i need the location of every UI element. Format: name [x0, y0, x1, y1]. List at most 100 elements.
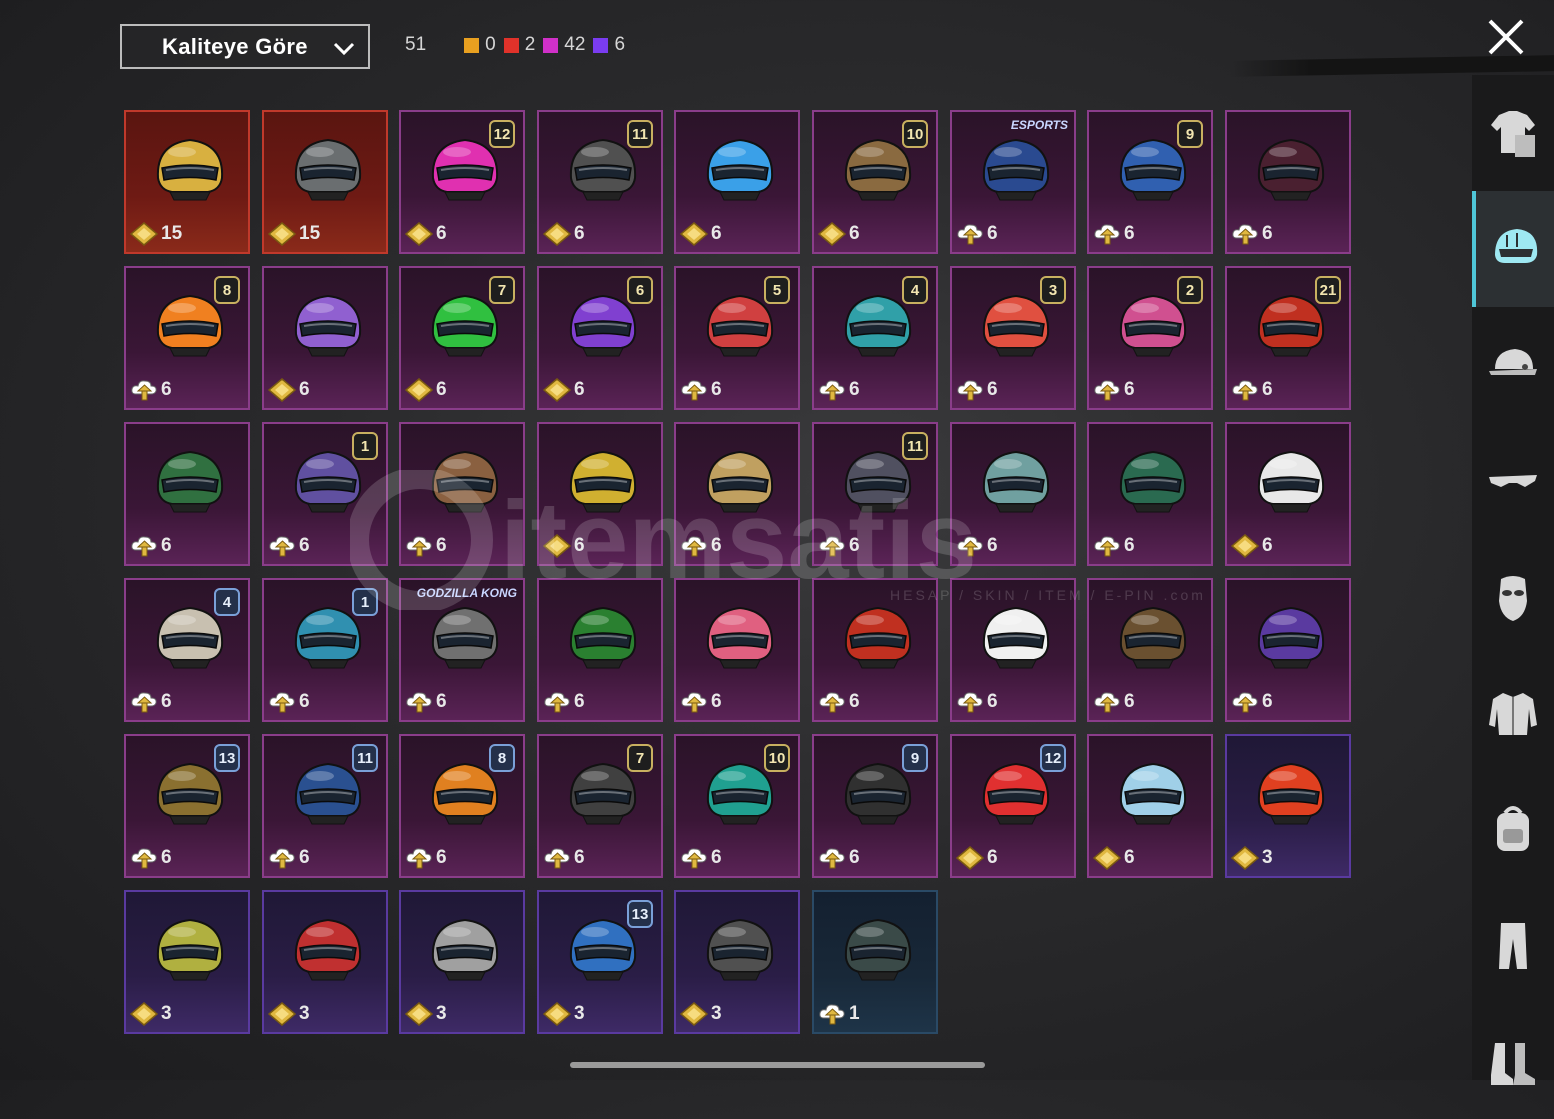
item-value: 6: [268, 690, 310, 714]
sidebar-item-shoes[interactable]: [1472, 1003, 1554, 1119]
item-value: 6: [680, 690, 722, 714]
item-value: 6: [818, 690, 860, 714]
helmet-item[interactable]: 6: [1087, 578, 1213, 722]
sidebar-item-outfit[interactable]: [1472, 75, 1554, 191]
helmet-item[interactable]: 12 6: [399, 110, 525, 254]
helmet-item[interactable]: 6: [262, 266, 388, 410]
helmet-item[interactable]: 13 6: [124, 734, 250, 878]
sidebar-item-jacket[interactable]: [1472, 655, 1554, 771]
item-value: 6: [1231, 534, 1273, 558]
helmet-item[interactable]: GODZILLA KONG 6: [399, 578, 525, 722]
helmet-item[interactable]: 13 3: [537, 890, 663, 1034]
helmet-item[interactable]: 6: [124, 422, 250, 566]
helmet-skin-image: [1119, 606, 1187, 669]
helmet-item[interactable]: 6: [1087, 422, 1213, 566]
helmet-skin-image: [1257, 450, 1325, 513]
level-badge: 10: [764, 744, 790, 772]
helmet-item[interactable]: 6: [674, 110, 800, 254]
sort-dropdown[interactable]: Kaliteye Göre: [120, 24, 370, 69]
helmet-item[interactable]: 1 6: [262, 578, 388, 722]
helmet-item[interactable]: 2 6: [1087, 266, 1213, 410]
sidebar-item-mask[interactable]: [1472, 539, 1554, 655]
item-value: 3: [543, 1002, 585, 1026]
brush-stroke-decoration: [1230, 55, 1554, 77]
item-value: 6: [680, 222, 722, 246]
helmet-item[interactable]: 4 6: [124, 578, 250, 722]
helmet-item[interactable]: 3: [674, 890, 800, 1034]
helmet-item[interactable]: ESPORTS 6: [950, 110, 1076, 254]
helmet-item[interactable]: 9 6: [812, 734, 938, 878]
upgrade-cloud-icon: [131, 380, 157, 401]
helmet-item[interactable]: 10 6: [674, 734, 800, 878]
helmet-item[interactable]: 3: [399, 890, 525, 1034]
helmet-item[interactable]: 12 6: [950, 734, 1076, 878]
item-value-number: 6: [849, 691, 860, 712]
item-value-number: 6: [849, 223, 860, 244]
close-icon[interactable]: [1486, 17, 1526, 57]
item-value: 3: [405, 1002, 447, 1026]
brand-tag: GODZILLA KONG: [416, 586, 517, 600]
helmet-item[interactable]: 8 6: [124, 266, 250, 410]
level-badge: 2: [1177, 276, 1203, 304]
item-value: 6: [268, 378, 310, 402]
upgrade-cloud-icon: [957, 692, 983, 713]
helmet-item[interactable]: 1: [812, 890, 938, 1034]
level-badge: 11: [352, 744, 378, 772]
helmet-item[interactable]: 6: [1087, 734, 1213, 878]
upgrade-cloud-icon: [819, 1004, 845, 1025]
gold-coin-icon: [818, 222, 846, 246]
level-badge: 8: [214, 276, 240, 304]
helmet-item[interactable]: 21 6: [1225, 266, 1351, 410]
gold-coin-icon: [680, 222, 708, 246]
helmet-skin-image: [1119, 450, 1187, 513]
helmet-item[interactable]: 6: [1225, 110, 1351, 254]
helmet-item[interactable]: 6: [1225, 422, 1351, 566]
helmet-item[interactable]: 3: [262, 890, 388, 1034]
total-count: 51: [405, 34, 427, 55]
item-value: 15: [130, 222, 182, 246]
upgrade-cloud-icon: [1232, 224, 1258, 245]
helmet-item[interactable]: 11 6: [812, 422, 938, 566]
helmet-item[interactable]: 6: [950, 578, 1076, 722]
sidebar-item-backpack[interactable]: [1472, 771, 1554, 887]
helmet-item[interactable]: 5 6: [674, 266, 800, 410]
helmet-item[interactable]: 6: [537, 422, 663, 566]
gold-coin-icon: [543, 1002, 571, 1026]
helmet-item[interactable]: 9 6: [1087, 110, 1213, 254]
helmet-item[interactable]: 11 6: [537, 110, 663, 254]
helmet-item[interactable]: 7 6: [399, 266, 525, 410]
helmet-item[interactable]: 8 6: [399, 734, 525, 878]
sidebar-item-pants[interactable]: [1472, 887, 1554, 1003]
helmet-item[interactable]: 3 6: [950, 266, 1076, 410]
helmet-item[interactable]: 6: [674, 422, 800, 566]
sidebar-item-glasses[interactable]: [1472, 423, 1554, 539]
upgrade-cloud-icon: [681, 536, 707, 557]
upgrade-cloud-icon: [681, 692, 707, 713]
helmet-item[interactable]: 15: [124, 110, 250, 254]
helmet-item[interactable]: 10 6: [812, 110, 938, 254]
helmet-item[interactable]: 3: [1225, 734, 1351, 878]
helmet-skin-image: [294, 918, 362, 981]
helmet-item[interactable]: 6: [1225, 578, 1351, 722]
helmet-item[interactable]: 6: [537, 578, 663, 722]
level-badge: 1: [352, 588, 378, 616]
helmet-item[interactable]: 6: [399, 422, 525, 566]
helmet-item[interactable]: 6: [674, 578, 800, 722]
helmet-item[interactable]: 4 6: [812, 266, 938, 410]
sidebar-item-hat[interactable]: [1472, 307, 1554, 423]
sidebar-item-helmet[interactable]: [1472, 191, 1554, 307]
helmet-item[interactable]: 7 6: [537, 734, 663, 878]
helmet-item[interactable]: 6 6: [537, 266, 663, 410]
item-value-number: 6: [1124, 223, 1135, 244]
helmet-item[interactable]: 1 6: [262, 422, 388, 566]
item-value: 6: [543, 378, 585, 402]
helmet-item[interactable]: 3: [124, 890, 250, 1034]
helmet-item[interactable]: 11 6: [262, 734, 388, 878]
helmet-item[interactable]: 15: [262, 110, 388, 254]
gold-coin-icon: [543, 378, 571, 402]
item-value: 6: [1093, 222, 1135, 246]
item-value-number: 6: [574, 691, 585, 712]
upgrade-cloud-icon: [1232, 692, 1258, 713]
helmet-item[interactable]: 6: [950, 422, 1076, 566]
helmet-item[interactable]: 6: [812, 578, 938, 722]
